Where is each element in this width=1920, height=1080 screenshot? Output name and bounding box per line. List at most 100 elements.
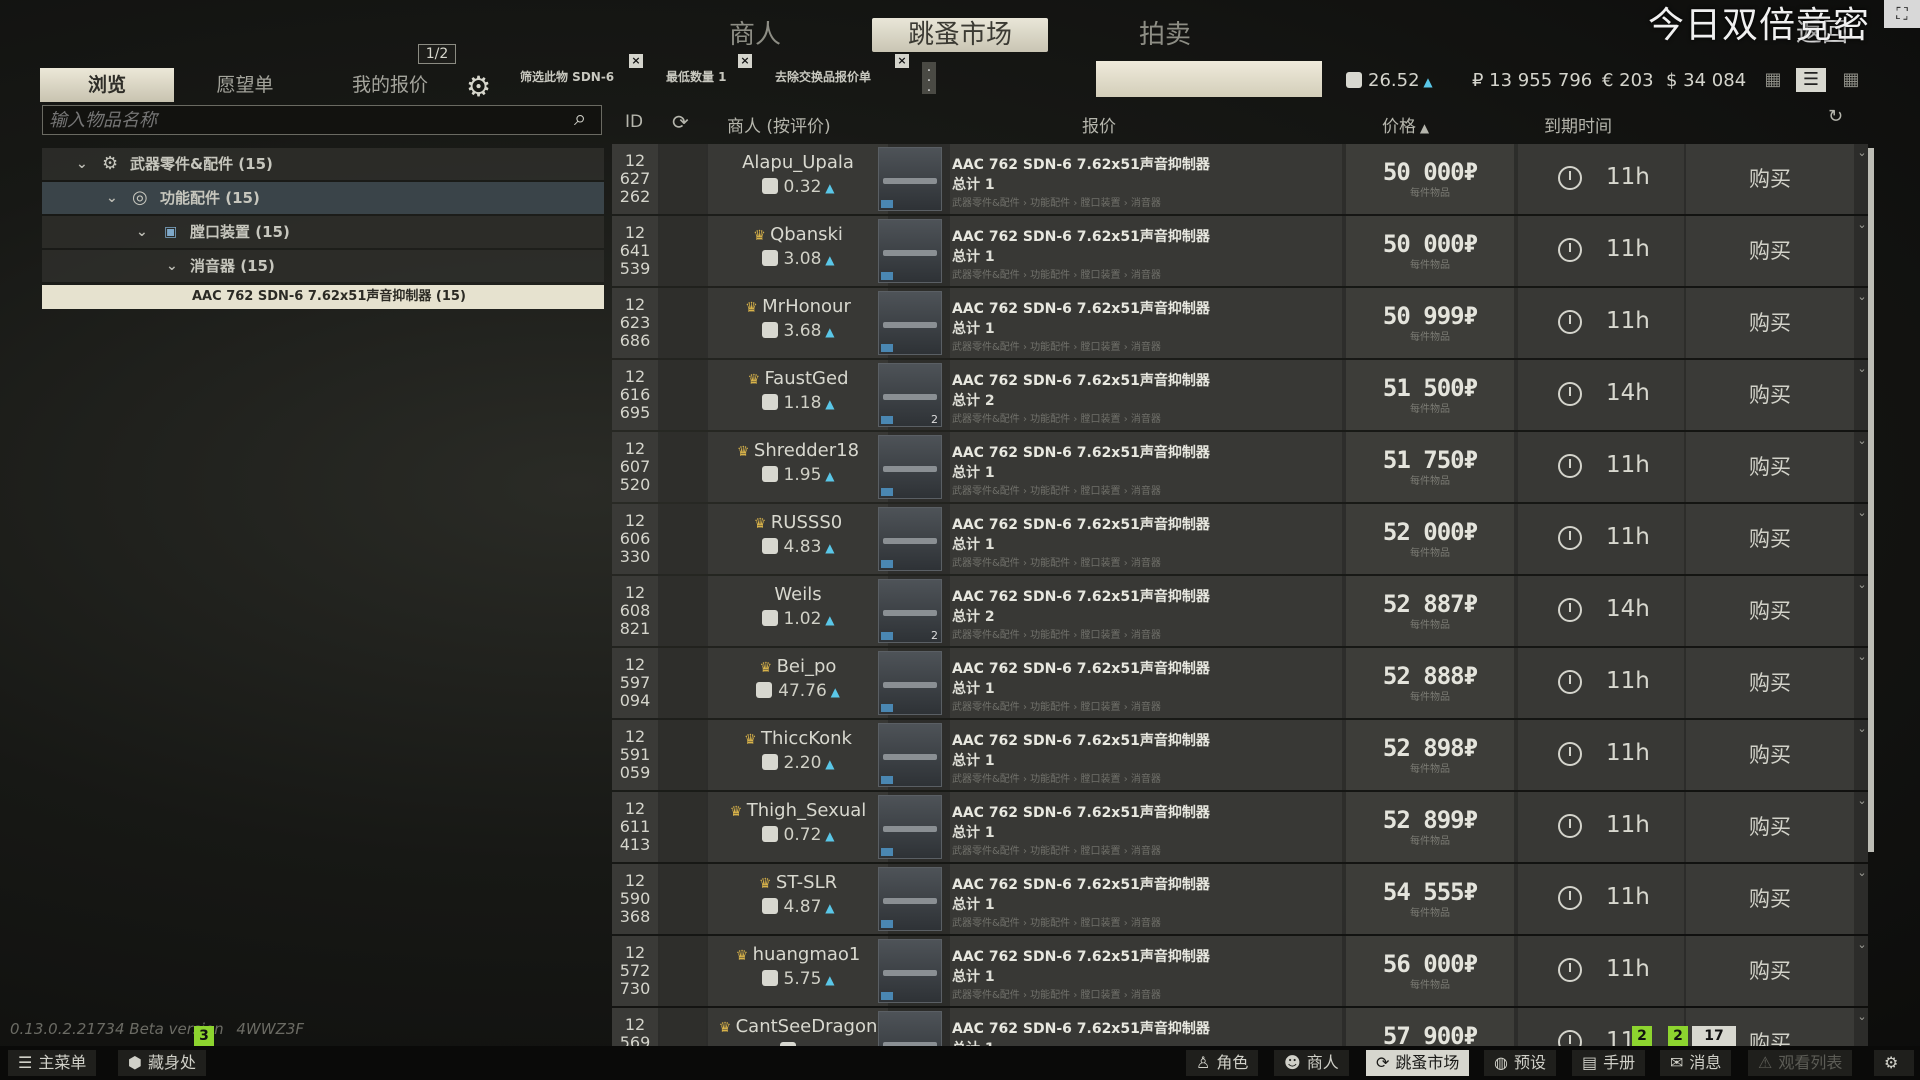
add-offer-button[interactable] xyxy=(1096,61,1322,97)
chevron-down-icon[interactable]: ⌄ xyxy=(1856,504,1868,574)
offer-row[interactable]: 12 611 413 ♛ Thigh_Sexual 0.72 ▲ AAC 762 SDN-… xyxy=(612,792,1868,862)
trader-cell[interactable]: Weils 1.02 ▲ xyxy=(708,576,888,646)
close-icon[interactable]: × xyxy=(738,54,752,68)
buy-button[interactable]: 购买 xyxy=(1686,360,1854,430)
item-thumbnail[interactable] xyxy=(878,147,942,211)
tab-wishlist[interactable]: 愿望单 xyxy=(190,68,300,102)
settings-gear-icon[interactable]: ⚙ xyxy=(466,70,491,103)
buy-button[interactable]: 购买 xyxy=(1686,504,1854,574)
chevron-down-icon[interactable]: ⌄ xyxy=(1856,432,1868,502)
refresh-icon[interactable]: ⟳ xyxy=(672,110,689,134)
buy-button[interactable]: 购买 xyxy=(1686,576,1854,646)
buy-button[interactable]: 购买 xyxy=(1686,648,1854,718)
chevron-down-icon[interactable]: ⌄ xyxy=(1856,144,1868,214)
chevron-down-icon[interactable]: ⌄ xyxy=(1856,792,1868,862)
offer-row[interactable]: 12 572 730 ♛ huangmao1 5.75 ▲ AAC 762 SDN-6 7… xyxy=(612,936,1868,1006)
offer-row[interactable]: 12 623 686 ♛ MrHonour 3.68 ▲ AAC 762 SDN-6 7.… xyxy=(612,288,1868,358)
trader-cell[interactable]: Alapu_Upala 0.32 ▲ xyxy=(708,144,888,214)
item-thumbnail[interactable] xyxy=(878,219,942,283)
offer-row[interactable]: 12 627 262 Alapu_Upala 0.32 ▲ AAC 762 SDN-6 7… xyxy=(612,144,1868,214)
header-trader[interactable]: 商人 (按评价) xyxy=(727,112,831,137)
item-thumbnail[interactable] xyxy=(878,435,942,499)
trader-cell[interactable]: ♛ ST-SLR 4.87 ▲ xyxy=(708,864,888,934)
tab-my-offers[interactable]: 我的报价 xyxy=(330,68,450,102)
buy-button[interactable]: 购买 xyxy=(1686,216,1854,286)
traders-button[interactable]: ☻ 商人 xyxy=(1274,1050,1349,1076)
offer-row[interactable]: 12 607 520 ♛ Shredder18 1.95 ▲ AAC 762 SDN-6 … xyxy=(612,432,1868,502)
buy-button[interactable]: 购买 xyxy=(1686,936,1854,1006)
settings-button[interactable]: ⚙ xyxy=(1874,1050,1914,1076)
offer-row[interactable]: 12 590 368 ♛ ST-SLR 4.87 ▲ AAC 762 SDN-6 7.62… xyxy=(612,864,1868,934)
chevron-down-icon[interactable]: ⌄ xyxy=(1856,936,1868,1006)
item-search-input[interactable] xyxy=(42,105,602,135)
item-thumbnail[interactable] xyxy=(878,651,942,715)
item-thumbnail[interactable] xyxy=(878,507,942,571)
trader-cell[interactable]: ♛ Shredder18 1.95 ▲ xyxy=(708,432,888,502)
handbook-button[interactable]: ▤ 手册 xyxy=(1572,1050,1646,1076)
trader-cell[interactable]: ♛ Bei_po 47.76 ▲ xyxy=(708,648,888,718)
buy-button[interactable]: 购买 xyxy=(1686,432,1854,502)
buy-button[interactable]: 购买 xyxy=(1686,720,1854,790)
header-expires[interactable]: 到期时间 xyxy=(1544,112,1612,137)
tree-item-sdn6[interactable]: AAC 762 SDN-6 7.62x51声音抑制器 (15) xyxy=(42,285,604,309)
offer-row[interactable]: 12 597 094 ♛ Bei_po 47.76 ▲ AAC 762 SDN-6 7.6… xyxy=(612,648,1868,718)
tab-browse[interactable]: 浏览 xyxy=(40,68,174,102)
tab-traders[interactable]: 商人 xyxy=(700,18,810,52)
flea-market-button[interactable]: ⟳ 跳蚤市场 xyxy=(1366,1050,1470,1076)
tree-item-weapon-parts[interactable]: ⌄ ⚙ 武器零件&配件 (15) xyxy=(42,148,604,180)
trader-cell[interactable]: ♛ FaustGed 1.18 ▲ xyxy=(708,360,888,430)
tree-item-muzzle-devices[interactable]: ⌄ ▣ 膛口装置 (15) xyxy=(42,216,604,248)
close-icon[interactable]: × xyxy=(895,54,909,68)
header-id[interactable]: ID xyxy=(625,112,643,132)
character-button[interactable]: ♙ 角色 xyxy=(1186,1050,1259,1076)
item-thumbnail[interactable] xyxy=(878,723,942,787)
offer-row[interactable]: 12 641 539 ♛ Qbanski 3.08 ▲ AAC 762 SDN-6 7.6… xyxy=(612,216,1868,286)
close-icon[interactable]: × xyxy=(629,54,643,68)
trader-cell[interactable]: ♛ ThiccKonk 2.20 ▲ xyxy=(708,720,888,790)
item-thumbnail[interactable]: 2 xyxy=(878,363,942,427)
tree-item-functional-mods[interactable]: ⌄ ◎ 功能配件 (15) xyxy=(42,182,604,214)
chevron-down-icon[interactable]: ⌄ xyxy=(1856,288,1868,358)
chevron-down-icon[interactable]: ⌄ xyxy=(1856,360,1868,430)
trader-cell[interactable]: ♛ Qbanski 3.08 ▲ xyxy=(708,216,888,286)
buy-button[interactable]: 购买 xyxy=(1686,864,1854,934)
scrollbar-thumb[interactable] xyxy=(1868,148,1874,852)
tree-item-suppressors[interactable]: ⌄ 消音器 (15) xyxy=(42,250,604,282)
chevron-down-icon[interactable]: ⌄ xyxy=(1856,720,1868,790)
offer-row[interactable]: 12 591 059 ♛ ThiccKonk 2.20 ▲ AAC 762 SDN-6 7… xyxy=(612,720,1868,790)
grid-small-view-icon[interactable]: ▦ xyxy=(1758,68,1788,92)
reload-icon[interactable]: ↻ xyxy=(1828,106,1843,127)
tab-flea-market[interactable]: 跳蚤市场 xyxy=(872,18,1048,52)
fullscreen-icon[interactable]: ⛶ xyxy=(1884,0,1920,28)
trader-cell[interactable]: ♛ huangmao1 5.75 ▲ xyxy=(708,936,888,1006)
search-icon[interactable]: ⌕ xyxy=(574,106,586,131)
chevron-down-icon[interactable]: ⌄ xyxy=(1856,216,1868,286)
trader-cell[interactable]: ♛ Thigh_Sexual 0.72 ▲ xyxy=(708,792,888,862)
trader-cell[interactable]: ♛ RUSSS0 4.83 ▲ xyxy=(708,504,888,574)
grid-view-icon[interactable]: ▦ xyxy=(1836,68,1866,92)
chevron-down-icon[interactable]: ⌄ xyxy=(1856,648,1868,718)
buy-button[interactable]: 购买 xyxy=(1686,144,1854,214)
item-thumbnail[interactable] xyxy=(878,795,942,859)
list-view-icon[interactable]: ☰ xyxy=(1796,68,1826,92)
chevron-down-icon[interactable]: ⌄ xyxy=(1856,864,1868,934)
header-offer[interactable]: 报价 xyxy=(1082,112,1116,137)
tab-auction[interactable]: 拍卖 xyxy=(1110,18,1220,52)
item-thumbnail[interactable] xyxy=(878,291,942,355)
buy-button[interactable]: 购买 xyxy=(1686,288,1854,358)
more-filters-button[interactable]: · · · xyxy=(922,62,936,98)
item-thumbnail[interactable] xyxy=(878,939,942,1003)
chevron-down-icon[interactable]: ⌄ xyxy=(1856,576,1868,646)
presets-button[interactable]: ◍ 预设 xyxy=(1484,1050,1556,1076)
offer-row[interactable]: 12 608 821 Weils 1.02 ▲ 2 AAC 762 SDN-6 7.62x5… xyxy=(612,576,1868,646)
buy-button[interactable]: 购买 xyxy=(1686,792,1854,862)
trader-cell[interactable]: ♛ MrHonour 3.68 ▲ xyxy=(708,288,888,358)
messages-button[interactable]: ✉ 消息 xyxy=(1660,1050,1732,1076)
offer-row[interactable]: 12 606 330 ♛ RUSSS0 4.83 ▲ AAC 762 SDN-6 7.62… xyxy=(612,504,1868,574)
main-menu-button[interactable]: ☰ 主菜单 xyxy=(8,1050,97,1076)
offer-row[interactable]: 12 616 695 ♛ FaustGed 1.18 ▲ 2 AAC 762 SDN-6 7… xyxy=(612,360,1868,430)
item-thumbnail[interactable] xyxy=(878,867,942,931)
item-thumbnail[interactable]: 2 xyxy=(878,579,942,643)
hideout-button[interactable]: ⬢ 藏身处 xyxy=(118,1050,206,1076)
header-price[interactable]: 价格 ▲ xyxy=(1382,112,1429,137)
